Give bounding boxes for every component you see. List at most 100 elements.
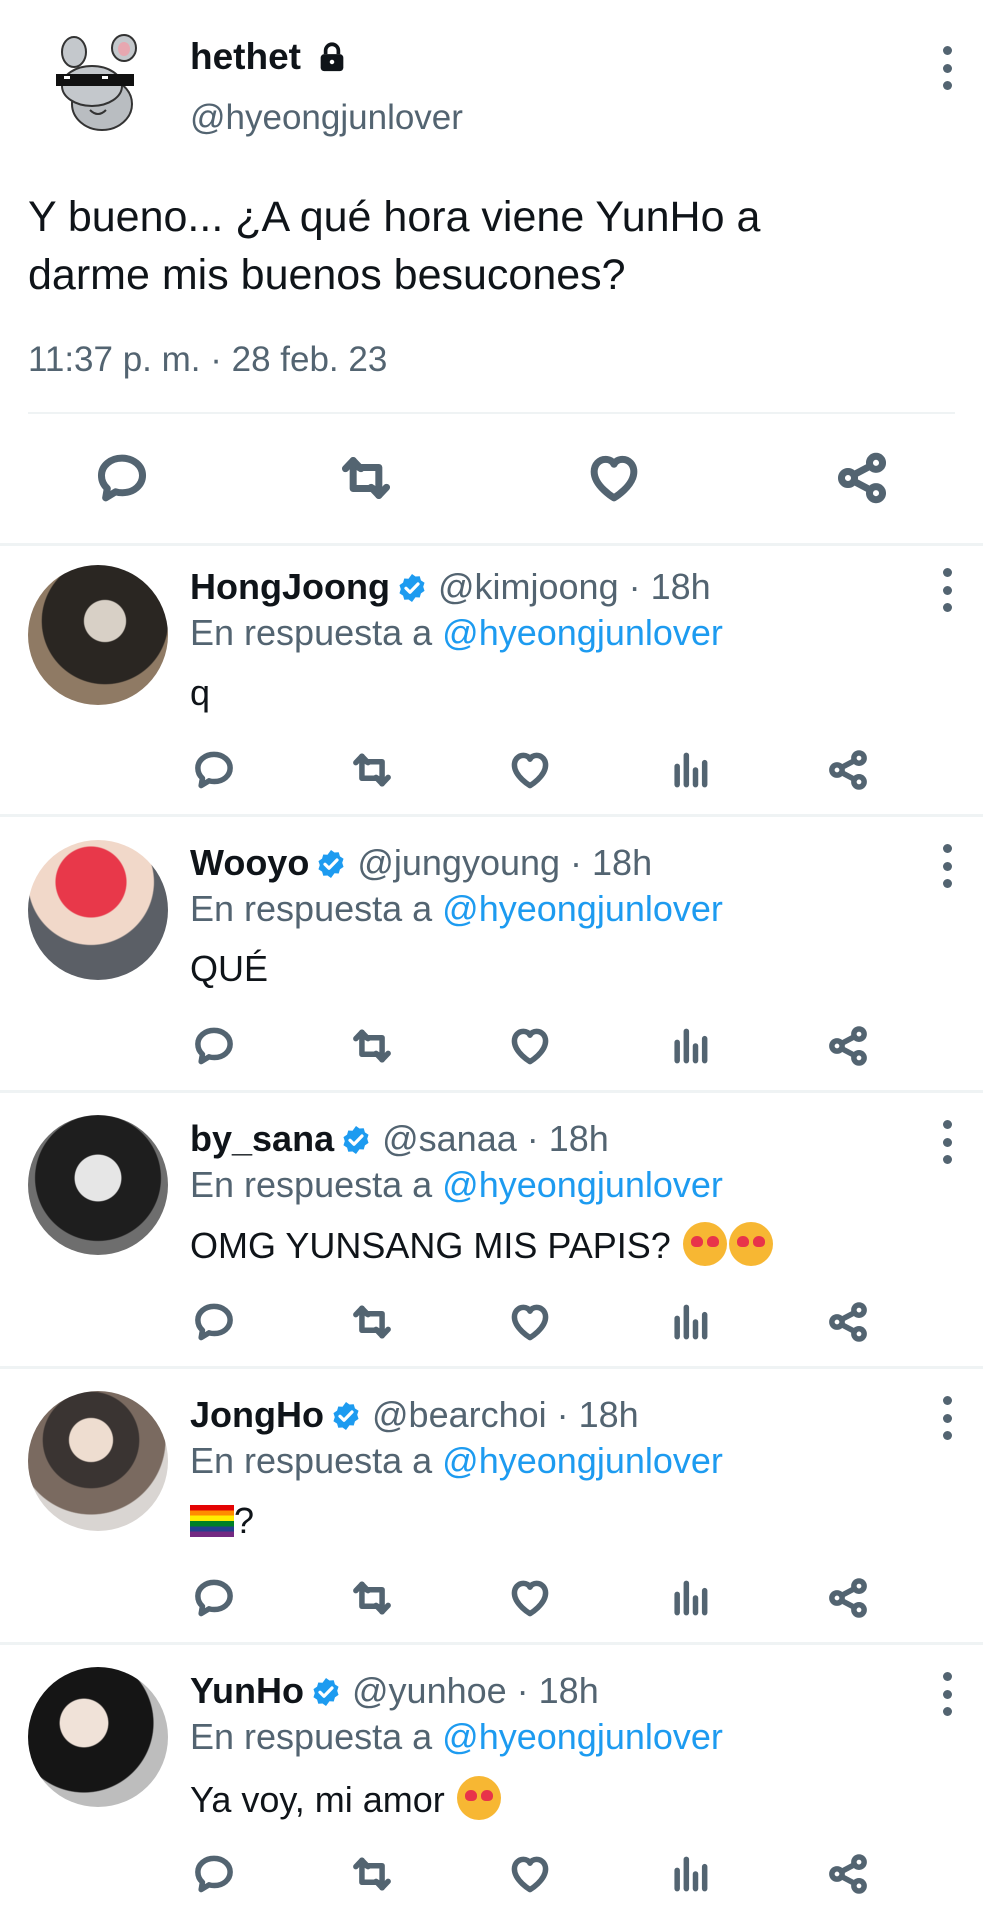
reply-header: JongHo @bearchoi · 18h [190, 1394, 639, 1436]
mention-link[interactable]: @hyeongjunlover [442, 612, 723, 653]
share-icon [826, 748, 870, 792]
reply-button[interactable] [192, 1852, 236, 1901]
avatar[interactable] [28, 1667, 168, 1807]
share-icon [826, 1576, 870, 1620]
views-button[interactable] [668, 1852, 712, 1901]
reply-separator [0, 1366, 983, 1369]
share-button[interactable] [826, 748, 870, 797]
display-name[interactable]: by_sana [190, 1118, 334, 1159]
share-button[interactable] [826, 1576, 870, 1625]
heart-eyes-cat-emoji [682, 1222, 727, 1266]
more-options-button[interactable] [941, 1120, 953, 1164]
reply-icon [192, 1300, 236, 1344]
heart-eyes-cat-emoji [728, 1222, 773, 1266]
reply-context: En respuesta a @hyeongjunlover [190, 1716, 723, 1758]
more-options-button[interactable] [941, 1672, 953, 1716]
reply-text: ? [190, 1500, 254, 1542]
reply-text: q [190, 672, 211, 713]
like-button[interactable] [508, 1852, 552, 1901]
retweet-button[interactable] [350, 1300, 394, 1349]
reply-button[interactable] [192, 1024, 236, 1073]
views-button[interactable] [668, 1576, 712, 1625]
share-button[interactable] [826, 1300, 870, 1349]
share-button[interactable] [834, 450, 890, 511]
heart-icon [508, 1576, 552, 1620]
mention-link[interactable]: @hyeongjunlover [442, 1164, 723, 1205]
reply-button[interactable] [192, 1576, 236, 1625]
reply-button[interactable] [192, 1300, 236, 1349]
more-options-button[interactable] [941, 46, 953, 90]
mention-link[interactable]: @hyeongjunlover [442, 1716, 723, 1757]
avatar[interactable] [28, 1115, 168, 1255]
mention-link[interactable]: @hyeongjunlover [442, 888, 723, 929]
views-icon [668, 1024, 712, 1068]
handle-time[interactable]: @kimjoong · 18h [438, 566, 711, 607]
retweet-button[interactable] [350, 1852, 394, 1901]
views-button[interactable] [668, 748, 712, 797]
share-button[interactable] [826, 1024, 870, 1073]
author-handle[interactable]: @hyeongjunlover [190, 98, 463, 138]
views-icon [668, 1576, 712, 1620]
handle-time[interactable]: @jungyoung · 18h [357, 842, 652, 883]
views-icon [668, 748, 712, 792]
views-icon [668, 1300, 712, 1344]
display-name[interactable]: JongHo [190, 1394, 324, 1435]
reply-button[interactable] [192, 748, 236, 797]
lock-icon [320, 42, 344, 72]
views-button[interactable] [668, 1024, 712, 1073]
rainbow-flag-emoji [190, 1505, 234, 1537]
like-button[interactable] [508, 1024, 552, 1073]
avatar[interactable] [28, 840, 168, 980]
retweet-button[interactable] [338, 450, 394, 511]
handle-time[interactable]: @bearchoi · 18h [372, 1394, 639, 1435]
verified-badge-icon [315, 848, 347, 880]
verified-badge-icon [340, 1124, 372, 1156]
verified-badge-icon [396, 572, 428, 604]
more-options-button[interactable] [941, 1396, 953, 1440]
heart-icon [508, 748, 552, 792]
reply-prefix: En respuesta a [190, 888, 433, 929]
reply-context: En respuesta a @hyeongjunlover [190, 1440, 723, 1482]
reply-text: QUÉ [190, 948, 269, 989]
tweet-timestamp[interactable]: 11:37 p. m. · 28 feb. 23 [28, 340, 387, 380]
verified-badge-icon [310, 1676, 342, 1708]
like-button[interactable] [586, 450, 642, 511]
reply-separator [0, 1090, 983, 1093]
more-options-button[interactable] [941, 844, 953, 888]
handle-time[interactable]: @yunhoe · 18h [352, 1670, 599, 1711]
retweet-button[interactable] [350, 1576, 394, 1625]
views-button[interactable] [668, 1300, 712, 1349]
reply-context: En respuesta a @hyeongjunlover [190, 612, 723, 654]
reply-button[interactable] [94, 450, 150, 511]
retweet-button[interactable] [350, 1024, 394, 1073]
like-button[interactable] [508, 748, 552, 797]
share-icon [826, 1024, 870, 1068]
avatar[interactable] [28, 1391, 168, 1531]
like-button[interactable] [508, 1576, 552, 1625]
more-options-button[interactable] [941, 568, 953, 612]
share-button[interactable] [826, 1852, 870, 1901]
tweet-text-line: darme mis buenos besucones? [28, 251, 626, 299]
mention-link[interactable]: @hyeongjunlover [442, 1440, 723, 1481]
reply-icon [192, 1024, 236, 1068]
reply-icon [94, 450, 150, 506]
views-icon [668, 1852, 712, 1896]
retweet-button[interactable] [350, 748, 394, 797]
display-name[interactable]: Wooyo [190, 842, 309, 883]
avatar[interactable] [28, 565, 168, 705]
heart-icon [508, 1300, 552, 1344]
like-button[interactable] [508, 1300, 552, 1349]
reply-icon [192, 748, 236, 792]
heart-icon [508, 1852, 552, 1896]
share-icon [826, 1852, 870, 1896]
author-avatar[interactable] [50, 34, 150, 134]
author-display-name[interactable]: hethet [190, 36, 349, 78]
handle-time[interactable]: @sanaa · 18h [382, 1118, 609, 1159]
verified-badge-icon [330, 1400, 362, 1432]
display-name[interactable]: YunHo [190, 1670, 304, 1711]
reply-icon [192, 1576, 236, 1620]
heart-icon [508, 1024, 552, 1068]
reply-prefix: En respuesta a [190, 1716, 433, 1757]
display-name[interactable]: HongJoong [190, 566, 390, 607]
tweet-text: Y bueno... ¿A qué hora viene YunHo a dar… [28, 188, 760, 304]
